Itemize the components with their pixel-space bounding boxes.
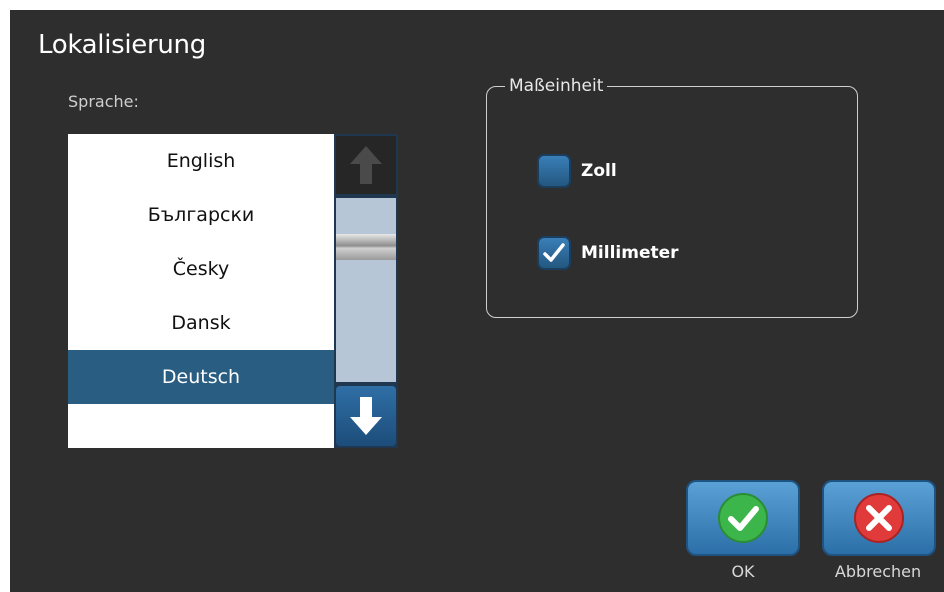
ok-label: OK <box>731 562 755 581</box>
inch-checkbox[interactable] <box>537 154 571 188</box>
language-item-english[interactable]: English <box>68 134 334 188</box>
language-item-danish[interactable]: Dansk <box>68 296 334 350</box>
localization-dialog: Lokalisierung Sprache: English Български… <box>10 10 944 592</box>
checkmark-icon <box>543 243 565 262</box>
scroll-track[interactable] <box>336 198 396 382</box>
inch-label: Zoll <box>581 161 617 181</box>
arrow-down-icon <box>350 397 382 435</box>
millimeter-checkbox[interactable] <box>537 236 571 270</box>
dialog-title: Lokalisierung <box>38 30 206 60</box>
millimeter-label: Millimeter <box>581 243 679 263</box>
language-item-bulgarian[interactable]: Български <box>68 188 334 242</box>
unit-legend: Maßeinheit <box>509 76 604 96</box>
scroll-up-button[interactable] <box>336 136 396 194</box>
unit-group: Maßeinheit Zoll Millimeter <box>486 76 858 318</box>
scroll-thumb[interactable] <box>336 234 396 260</box>
cancel-label: Abbrechen <box>834 562 922 581</box>
language-list[interactable]: English Български Česky Dansk Deutsch <box>68 134 334 448</box>
unit-option-inch[interactable]: Zoll <box>537 154 617 188</box>
language-scrollbar[interactable] <box>334 134 398 448</box>
language-item-german[interactable]: Deutsch <box>68 350 334 404</box>
ok-button[interactable] <box>686 480 800 556</box>
unit-option-millimeter[interactable]: Millimeter <box>537 236 679 270</box>
x-icon <box>854 493 904 543</box>
cancel-button[interactable] <box>822 480 936 556</box>
check-icon <box>718 493 768 543</box>
language-label: Sprache: <box>68 92 139 111</box>
scroll-down-button[interactable] <box>336 386 396 446</box>
language-item-czech[interactable]: Česky <box>68 242 334 296</box>
arrow-up-icon <box>350 146 382 184</box>
